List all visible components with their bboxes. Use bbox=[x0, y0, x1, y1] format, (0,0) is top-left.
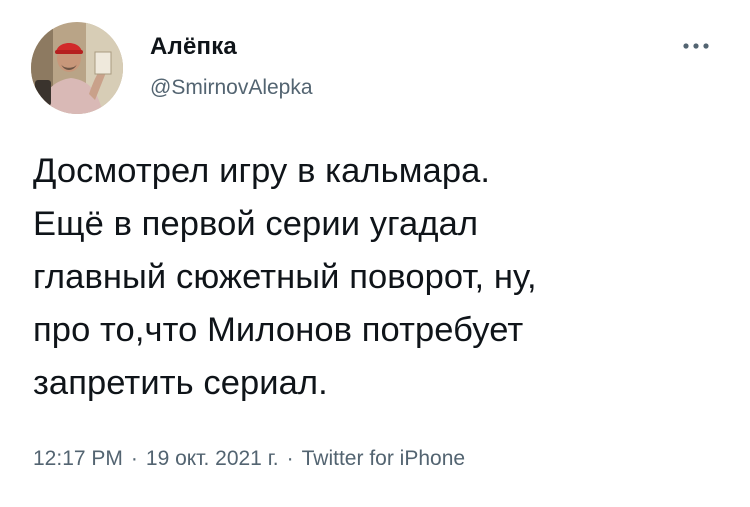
author-display-name[interactable]: Алёпка bbox=[150, 33, 237, 61]
tweet-time[interactable]: 12:17 PM bbox=[33, 447, 123, 470]
meta-separator: · bbox=[286, 447, 294, 470]
author-handle[interactable]: @SmirnovAlepka bbox=[150, 76, 313, 100]
avatar-photo bbox=[31, 22, 123, 114]
tweet-date[interactable]: 19 окт. 2021 г. bbox=[146, 447, 279, 470]
more-options-icon[interactable] bbox=[678, 36, 714, 56]
meta-separator: · bbox=[130, 447, 138, 470]
avatar[interactable] bbox=[31, 22, 123, 114]
tweet-text: Досмотрел игру в кальмара. Ещё в первой … bbox=[33, 152, 537, 402]
tweet-source[interactable]: Twitter for iPhone bbox=[302, 447, 465, 470]
tweet-meta: 12:17 PM · 19 окт. 2021 г. · Twitter for iPh… bbox=[33, 447, 465, 471]
tweet: Алёпка @SmirnovAlepka Досмотрел игру в к… bbox=[0, 0, 750, 507]
more-dots-icon bbox=[683, 43, 709, 49]
